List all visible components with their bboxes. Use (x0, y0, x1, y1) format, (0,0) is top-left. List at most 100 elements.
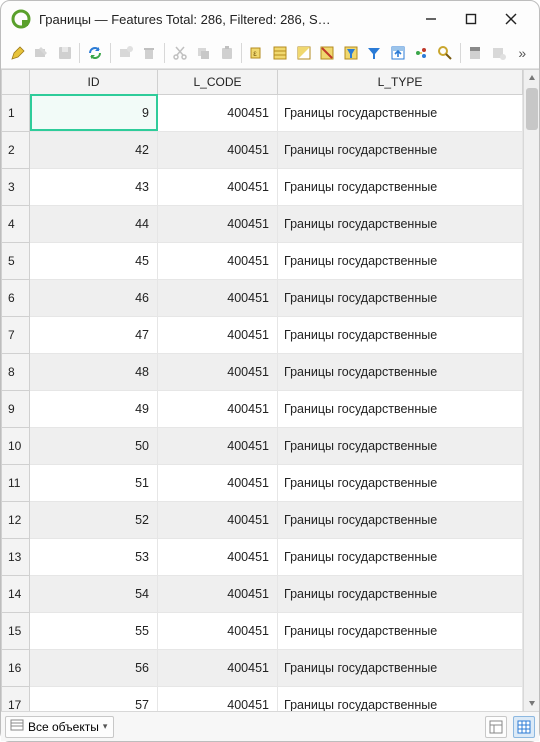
cell-ltype[interactable]: Границы государственные (278, 94, 523, 131)
table-row[interactable]: 949400451Границы государственные (2, 390, 523, 427)
row-header[interactable]: 12 (2, 501, 30, 538)
column-header-ltype[interactable]: L_TYPE (278, 70, 523, 94)
cell-ltype[interactable]: Границы государственные (278, 168, 523, 205)
table-row[interactable]: 848400451Границы государственные (2, 353, 523, 390)
cell-lcode[interactable]: 400451 (158, 131, 278, 168)
cell-id[interactable]: 42 (30, 131, 158, 168)
cell-lcode[interactable]: 400451 (158, 575, 278, 612)
maximize-button[interactable] (451, 5, 491, 33)
cell-ltype[interactable]: Границы государственные (278, 538, 523, 575)
table-row[interactable]: 545400451Границы государственные (2, 242, 523, 279)
cell-lcode[interactable]: 400451 (158, 464, 278, 501)
table-row[interactable]: 242400451Границы государственные (2, 131, 523, 168)
row-header[interactable]: 15 (2, 612, 30, 649)
column-header-id[interactable]: ID (30, 70, 158, 94)
filter-icon[interactable] (364, 42, 385, 64)
table-row[interactable]: 646400451Границы государственные (2, 279, 523, 316)
table-row[interactable]: 1151400451Границы государственные (2, 464, 523, 501)
cell-id[interactable]: 9 (30, 94, 158, 131)
row-header[interactable]: 2 (2, 131, 30, 168)
cell-ltype[interactable]: Границы государственные (278, 575, 523, 612)
cell-ltype[interactable]: Границы государственные (278, 279, 523, 316)
cell-ltype[interactable]: Границы государственные (278, 353, 523, 390)
row-header[interactable]: 11 (2, 464, 30, 501)
table-row[interactable]: 1656400451Границы государственные (2, 649, 523, 686)
cell-ltype[interactable]: Границы государственные (278, 464, 523, 501)
cell-lcode[interactable]: 400451 (158, 501, 278, 538)
cell-lcode[interactable]: 400451 (158, 168, 278, 205)
cell-lcode[interactable]: 400451 (158, 686, 278, 711)
cell-id[interactable]: 43 (30, 168, 158, 205)
row-header[interactable]: 9 (2, 390, 30, 427)
cell-id[interactable]: 52 (30, 501, 158, 538)
cell-ltype[interactable]: Границы государственные (278, 316, 523, 353)
cell-id[interactable]: 44 (30, 205, 158, 242)
select-all-icon[interactable] (270, 42, 291, 64)
cell-id[interactable]: 56 (30, 649, 158, 686)
table-row[interactable]: 1050400451Границы государственные (2, 427, 523, 464)
vertical-scrollbar[interactable] (523, 70, 539, 711)
row-header[interactable]: 8 (2, 353, 30, 390)
filter-mode-dropdown[interactable]: Все объекты ▾ (5, 716, 114, 738)
pan-to-icon[interactable] (411, 42, 432, 64)
table-row[interactable]: 19400451Границы государственные (2, 94, 523, 131)
cell-id[interactable]: 51 (30, 464, 158, 501)
table-row[interactable]: 444400451Границы государственные (2, 205, 523, 242)
table-row[interactable]: 343400451Границы государственные (2, 168, 523, 205)
new-field-icon[interactable] (488, 42, 509, 64)
row-header[interactable]: 3 (2, 168, 30, 205)
row-header[interactable]: 7 (2, 316, 30, 353)
table-row[interactable]: 1757400451Границы государственные (2, 686, 523, 711)
table-row[interactable]: 1555400451Границы государственные (2, 612, 523, 649)
cell-id[interactable]: 50 (30, 427, 158, 464)
row-header[interactable]: 10 (2, 427, 30, 464)
cell-ltype[interactable]: Границы государственные (278, 242, 523, 279)
cell-id[interactable]: 48 (30, 353, 158, 390)
close-button[interactable] (491, 5, 531, 33)
table-row[interactable]: 1454400451Границы государственные (2, 575, 523, 612)
delete-feature-icon[interactable] (138, 42, 159, 64)
cell-lcode[interactable]: 400451 (158, 316, 278, 353)
cell-id[interactable]: 57 (30, 686, 158, 711)
cell-ltype[interactable]: Границы государственные (278, 131, 523, 168)
paste-icon[interactable] (216, 42, 237, 64)
cell-ltype[interactable]: Границы государственные (278, 390, 523, 427)
add-feature-icon[interactable] (115, 42, 136, 64)
table-view-button[interactable] (513, 716, 535, 738)
cell-lcode[interactable]: 400451 (158, 205, 278, 242)
cell-lcode[interactable]: 400451 (158, 427, 278, 464)
cell-lcode[interactable]: 400451 (158, 94, 278, 131)
cell-id[interactable]: 46 (30, 279, 158, 316)
deselect-icon[interactable] (317, 42, 338, 64)
minimize-button[interactable] (411, 5, 451, 33)
cell-lcode[interactable]: 400451 (158, 353, 278, 390)
form-view-button[interactable] (485, 716, 507, 738)
corner-header[interactable] (2, 70, 30, 94)
cell-lcode[interactable]: 400451 (158, 612, 278, 649)
row-header[interactable]: 17 (2, 686, 30, 711)
cell-id[interactable]: 45 (30, 242, 158, 279)
cell-lcode[interactable]: 400451 (158, 242, 278, 279)
cell-ltype[interactable]: Границы государственные (278, 649, 523, 686)
cut-icon[interactable] (169, 42, 190, 64)
move-top-icon[interactable] (387, 42, 408, 64)
row-header[interactable]: 14 (2, 575, 30, 612)
cell-id[interactable]: 49 (30, 390, 158, 427)
save-edits-icon[interactable] (54, 42, 75, 64)
invert-select-icon[interactable] (293, 42, 314, 64)
row-header[interactable]: 1 (2, 94, 30, 131)
table-row[interactable]: 1252400451Границы государственные (2, 501, 523, 538)
cell-id[interactable]: 54 (30, 575, 158, 612)
copy-icon[interactable] (192, 42, 213, 64)
row-header[interactable]: 4 (2, 205, 30, 242)
row-header[interactable]: 5 (2, 242, 30, 279)
data-grid[interactable]: ID L_CODE L_TYPE 19400451Границы государ… (1, 70, 523, 711)
filter-select-icon[interactable] (340, 42, 361, 64)
row-header[interactable]: 6 (2, 279, 30, 316)
expr-select-icon[interactable]: ε (246, 42, 267, 64)
cell-lcode[interactable]: 400451 (158, 649, 278, 686)
cell-lcode[interactable]: 400451 (158, 279, 278, 316)
refresh-icon[interactable] (84, 42, 105, 64)
cell-lcode[interactable]: 400451 (158, 538, 278, 575)
scroll-up-icon[interactable] (524, 70, 539, 86)
